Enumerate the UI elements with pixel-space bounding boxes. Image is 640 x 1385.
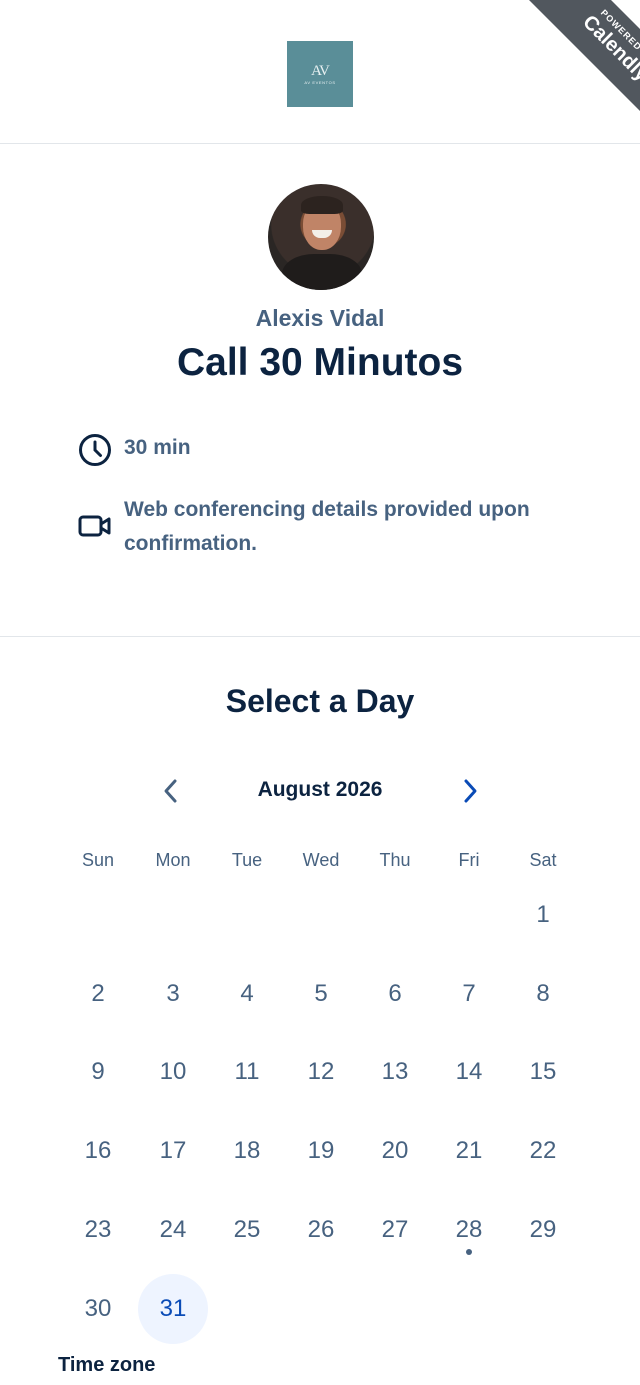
- calendar-day: 25: [233, 1216, 261, 1243]
- calendar-day: 20: [381, 1137, 409, 1164]
- calendar-day: 17: [159, 1137, 187, 1164]
- host-avatar: [268, 184, 374, 290]
- next-month-button[interactable]: [447, 768, 493, 814]
- weekday-label: Sat: [529, 850, 557, 870]
- calendar-day: 6: [388, 980, 402, 1007]
- calendar-day: 9: [91, 1058, 105, 1085]
- company-logo: AV AV EVENTOS: [287, 41, 353, 107]
- month-label: August 2026: [257, 778, 383, 801]
- calendar-day: 24: [159, 1216, 187, 1243]
- logo-monogram: AV: [311, 63, 330, 79]
- month-navigation: August 2026: [0, 766, 640, 816]
- calendar-day: 16: [84, 1137, 112, 1164]
- chevron-right-icon: [464, 779, 477, 803]
- calendar-day: 15: [529, 1058, 557, 1085]
- calendar-day: 5: [314, 980, 328, 1007]
- today-indicator-dot: [466, 1249, 472, 1255]
- calendar-day: 30: [84, 1295, 112, 1322]
- weekday-label: Sun: [81, 850, 115, 870]
- calendar-day: 21: [455, 1137, 483, 1164]
- powered-by-calendly-badge[interactable]: POWERED BY Calendly: [480, 0, 640, 160]
- calendar-day: 13: [381, 1058, 409, 1085]
- location-line-1: Web conferencing details provided upon: [124, 498, 530, 521]
- calendar-day: 29: [529, 1216, 557, 1243]
- video-camera-icon: [78, 513, 112, 544]
- calendar-day: 1: [536, 901, 550, 928]
- calendar-day: 19: [307, 1137, 335, 1164]
- weekday-label: Fri: [458, 850, 480, 870]
- calendar-day: 22: [529, 1137, 557, 1164]
- weekday-label: Wed: [302, 850, 340, 870]
- duration-text: 30 min: [124, 436, 191, 459]
- calendar-day: 23: [84, 1216, 112, 1243]
- location-line-2: confirmation.: [124, 532, 258, 555]
- weekday-label: Thu: [379, 850, 411, 870]
- logo-subtext: AV EVENTOS: [304, 80, 336, 85]
- calendar-day: 18: [233, 1137, 261, 1164]
- calendar-day: 12: [307, 1058, 335, 1085]
- event-details: Alexis Vidal Call 30 Minutos 30 min Web …: [0, 143, 640, 637]
- calendar-day: 3: [166, 980, 180, 1007]
- calendar-day: 10: [159, 1058, 187, 1085]
- calendar-day-selected[interactable]: 31: [138, 1274, 208, 1344]
- calendar-day: 7: [462, 980, 476, 1007]
- calendar-day: 26: [307, 1216, 335, 1243]
- calendly-brand: Calendly: [578, 11, 640, 86]
- clock-icon: [78, 433, 112, 472]
- calendar-day: 2: [91, 980, 105, 1007]
- calendar-day: 27: [381, 1216, 409, 1243]
- header: AV AV EVENTOS POWERED BY Calendly: [0, 0, 640, 149]
- weekday-label: Mon: [155, 850, 191, 870]
- weekday-label: Tue: [231, 850, 263, 870]
- host-name: Alexis Vidal: [255, 305, 385, 331]
- time-zone-label: Time zone: [58, 1354, 156, 1376]
- calendar-day: 4: [240, 980, 254, 1007]
- select-day-heading: Select a Day: [225, 683, 415, 719]
- event-title: Call 30 Minutos: [176, 341, 464, 384]
- calendar-day: 11: [234, 1058, 260, 1085]
- calendar-day: 8: [536, 980, 550, 1007]
- calendar-day: 14: [455, 1058, 483, 1085]
